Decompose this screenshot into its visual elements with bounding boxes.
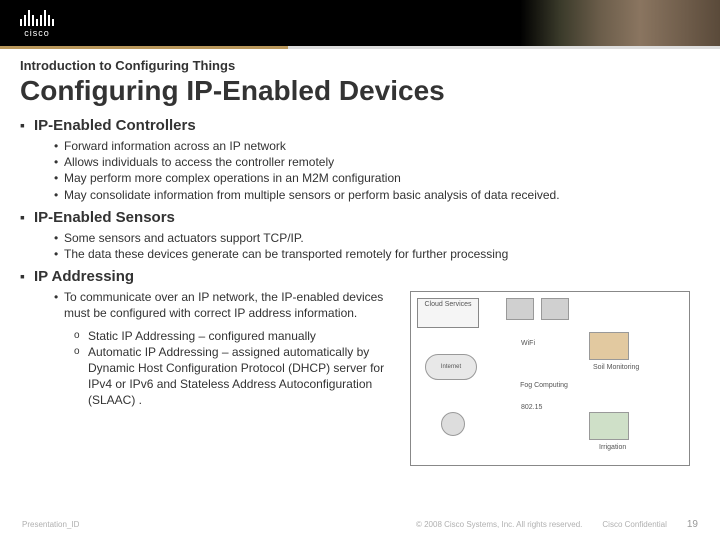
list-item: The data these devices generate can be t… xyxy=(54,246,700,262)
list-item: May consolidate information from multipl… xyxy=(54,187,700,203)
diagram-wifi-label: WiFi xyxy=(521,340,535,347)
list-item: Automatic IP Addressing – assigned autom… xyxy=(74,344,400,409)
diagram-server-icon xyxy=(506,298,534,320)
header-accent xyxy=(0,46,720,49)
page-number: 19 xyxy=(687,519,698,530)
sub-bullet-list: Static IP Addressing – configured manual… xyxy=(20,328,400,409)
list-item: Allows individuals to access the control… xyxy=(54,154,700,170)
list-item: Static IP Addressing – configured manual… xyxy=(74,328,400,344)
footer-copyright: © 2008 Cisco Systems, Inc. All rights re… xyxy=(416,520,582,529)
diagram-field-icon xyxy=(589,332,629,360)
list-item: May perform more complex operations in a… xyxy=(54,170,700,186)
bullet-list: Some sensors and actuators support TCP/I… xyxy=(20,230,700,262)
slide-footer: Presentation_ID © 2008 Cisco Systems, In… xyxy=(0,519,720,530)
slide-title: Configuring IP-Enabled Devices xyxy=(20,75,700,107)
logo-bars-icon xyxy=(20,8,54,26)
diagram-irrigation-icon xyxy=(589,412,629,440)
bullet-list: To communicate over an IP network, the I… xyxy=(20,289,400,321)
slide-content: Introduction to Configuring Things Confi… xyxy=(0,46,720,466)
footer-confidential: Cisco Confidential xyxy=(602,520,666,529)
diagram-irrigation-label: Irrigation xyxy=(599,444,626,451)
diagram-fog-label: Fog Computing xyxy=(501,380,587,394)
list-item: Some sensors and actuators support TCP/I… xyxy=(54,230,700,246)
network-diagram: Cloud Services Internet WiFi Soil Monito… xyxy=(410,291,690,466)
section-heading: IP-Enabled Controllers xyxy=(20,117,700,134)
cisco-logo: cisco xyxy=(20,8,54,38)
diagram-globe-icon xyxy=(441,412,465,436)
header-photo xyxy=(520,0,720,46)
section-heading: IP Addressing xyxy=(20,268,700,285)
list-item: Forward information across an IP network xyxy=(54,138,700,154)
logo-text: cisco xyxy=(24,28,50,38)
section-heading: IP-Enabled Sensors xyxy=(20,209,700,226)
diagram-internet-cloud: Internet xyxy=(425,354,477,380)
diagram-eth-label: 802.15 xyxy=(521,404,542,411)
bullet-list: Forward information across an IP network… xyxy=(20,138,700,203)
header-bar: cisco xyxy=(0,0,720,46)
diagram-monitor-icon xyxy=(541,298,569,320)
diagram-soil-label: Soil Monitoring xyxy=(593,364,639,371)
footer-left: Presentation_ID xyxy=(22,520,79,529)
slide-pretitle: Introduction to Configuring Things xyxy=(20,58,700,73)
diagram-cloud-services: Cloud Services xyxy=(417,298,479,328)
list-item: To communicate over an IP network, the I… xyxy=(54,289,400,321)
